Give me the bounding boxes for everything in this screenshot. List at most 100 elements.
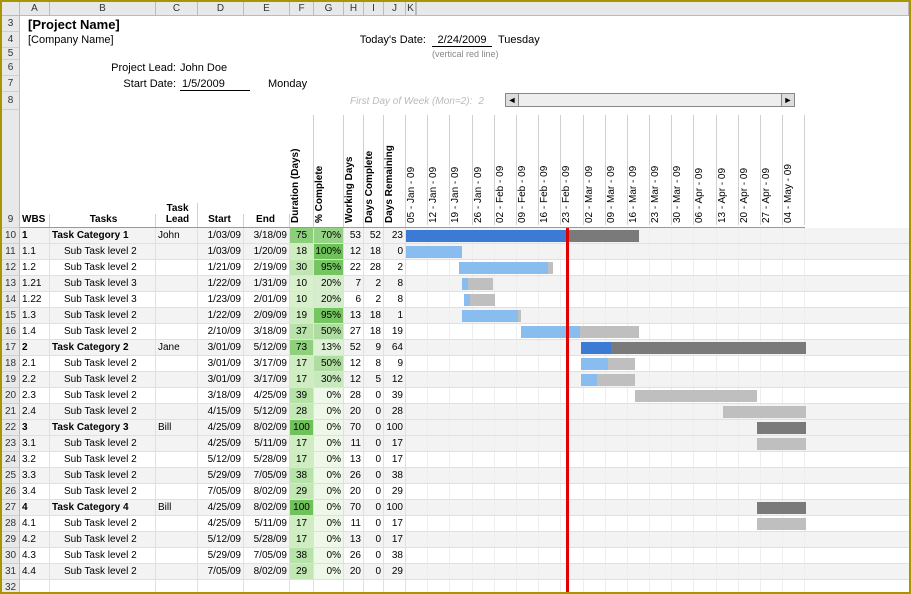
cell-end[interactable]: 8/02/09	[244, 564, 290, 580]
cell-wbs[interactable]: 4.1	[20, 516, 50, 532]
cell-duration[interactable]: 100	[290, 500, 314, 516]
cell-duration[interactable]: 17	[290, 372, 314, 388]
row-number[interactable]: 12	[2, 260, 20, 276]
cell-task[interactable]: Sub Task level 2	[50, 260, 156, 276]
cell-start[interactable]: 7/05/09	[198, 564, 244, 580]
cell-wbs[interactable]: 3.4	[20, 484, 50, 500]
row-number[interactable]: 7	[2, 76, 20, 92]
cell-start[interactable]: 5/29/09	[198, 468, 244, 484]
week-header[interactable]: 09 - Mar - 09	[606, 115, 628, 225]
cell-start[interactable]: 4/15/09	[198, 404, 244, 420]
project-name[interactable]: [Project Name]	[20, 17, 120, 32]
cell-pct[interactable]: 0%	[314, 404, 344, 420]
cell-lead[interactable]	[156, 548, 198, 564]
hdr-days-complete[interactable]: Days Complete	[364, 115, 384, 227]
cell-start[interactable]: 1/03/09	[198, 228, 244, 244]
row-number[interactable]: 19	[2, 372, 20, 388]
row-number[interactable]: 24	[2, 452, 20, 468]
cell-duration[interactable]: 17	[290, 436, 314, 452]
cell-duration[interactable]: 28	[290, 404, 314, 420]
cell-task[interactable]: Sub Task level 2	[50, 356, 156, 372]
col-letter[interactable]: E	[244, 2, 290, 15]
cell-days-remaining[interactable]: 0	[384, 244, 406, 260]
cell-pct[interactable]: 70%	[314, 228, 344, 244]
cell-days-remaining[interactable]: 38	[384, 468, 406, 484]
cell-wbs[interactable]: 3	[20, 420, 50, 436]
cell-days-complete[interactable]: 0	[364, 436, 384, 452]
hdr-end[interactable]: End	[244, 214, 290, 227]
cell-task[interactable]: Task Category 3	[50, 420, 156, 436]
hdr-tasks[interactable]: Tasks	[50, 214, 156, 227]
cell-days-complete[interactable]	[364, 580, 384, 594]
row-number[interactable]: 31	[2, 564, 20, 580]
col-letter[interactable]: F	[290, 2, 314, 15]
cell-lead[interactable]: Bill	[156, 500, 198, 516]
cell-task[interactable]: Task Category 1	[50, 228, 156, 244]
cell-days-complete[interactable]: 2	[364, 292, 384, 308]
cell-task[interactable]: Sub Task level 2	[50, 244, 156, 260]
cell-duration[interactable]: 37	[290, 324, 314, 340]
cell-days-complete[interactable]: 28	[364, 260, 384, 276]
cell-task[interactable]: Sub Task level 2	[50, 388, 156, 404]
week-header[interactable]: 06 - Apr - 09	[694, 115, 716, 225]
cell-days-remaining[interactable]: 39	[384, 388, 406, 404]
cell-days-complete[interactable]: 52	[364, 228, 384, 244]
cell-working-days[interactable]: 20	[344, 564, 364, 580]
cell-duration[interactable]: 75	[290, 228, 314, 244]
cell-lead[interactable]	[156, 324, 198, 340]
row-number[interactable]: 17	[2, 340, 20, 356]
cell-end[interactable]: 3/17/09	[244, 356, 290, 372]
row-number[interactable]: 32	[2, 580, 20, 594]
cell-working-days[interactable]: 52	[344, 340, 364, 356]
cell-end[interactable]: 2/01/09	[244, 292, 290, 308]
cell-duration[interactable]: 73	[290, 340, 314, 356]
row-number[interactable]: 6	[2, 60, 20, 76]
row-number[interactable]: 26	[2, 484, 20, 500]
cell-working-days[interactable]: 20	[344, 404, 364, 420]
cell-days-remaining[interactable]: 1	[384, 308, 406, 324]
cell-working-days[interactable]	[344, 580, 364, 594]
row-number[interactable]: 20	[2, 388, 20, 404]
cell-start[interactable]: 4/25/09	[198, 500, 244, 516]
cell-lead[interactable]	[156, 244, 198, 260]
cell-end[interactable]: 3/18/09	[244, 228, 290, 244]
col-letter[interactable]: I	[364, 2, 384, 15]
row-number[interactable]: 16	[2, 324, 20, 340]
cell-duration[interactable]: 38	[290, 548, 314, 564]
cell-pct[interactable]: 0%	[314, 500, 344, 516]
cell-start[interactable]: 3/01/09	[198, 372, 244, 388]
cell-pct[interactable]: 95%	[314, 260, 344, 276]
cell-days-complete[interactable]: 0	[364, 404, 384, 420]
cell-wbs[interactable]: 1.3	[20, 308, 50, 324]
week-header[interactable]: 27 - Apr - 09	[761, 115, 783, 225]
cell-wbs[interactable]: 1.2	[20, 260, 50, 276]
cell-duration[interactable]: 10	[290, 292, 314, 308]
cell-start[interactable]: 3/01/09	[198, 356, 244, 372]
cell-days-remaining[interactable]: 100	[384, 500, 406, 516]
cell-lead[interactable]	[156, 260, 198, 276]
cell-days-remaining[interactable]: 28	[384, 404, 406, 420]
cell-lead[interactable]: John	[156, 228, 198, 244]
cell-days-complete[interactable]: 0	[364, 548, 384, 564]
cell-working-days[interactable]: 6	[344, 292, 364, 308]
cell-days-remaining[interactable]: 12	[384, 372, 406, 388]
gantt-scroller[interactable]: ◄ ►	[505, 93, 795, 107]
cell-task[interactable]: Sub Task level 2	[50, 404, 156, 420]
cell-lead[interactable]	[156, 532, 198, 548]
cell-end[interactable]	[244, 580, 290, 594]
cell-days-remaining[interactable]: 8	[384, 276, 406, 292]
cell-wbs[interactable]: 3.3	[20, 468, 50, 484]
cell-lead[interactable]	[156, 388, 198, 404]
hdr-days-remaining[interactable]: Days Remaining	[384, 115, 406, 227]
cell-pct[interactable]: 0%	[314, 532, 344, 548]
hdr-start[interactable]: Start	[198, 214, 244, 227]
company-name[interactable]: [Company Name]	[20, 34, 170, 46]
week-header[interactable]: 02 - Feb - 09	[495, 115, 517, 225]
cell-duration[interactable]: 19	[290, 308, 314, 324]
cell-duration[interactable]: 17	[290, 356, 314, 372]
cell-lead[interactable]	[156, 516, 198, 532]
row-number[interactable]: 25	[2, 468, 20, 484]
cell-working-days[interactable]: 13	[344, 532, 364, 548]
cell-working-days[interactable]: 11	[344, 436, 364, 452]
cell-start[interactable]: 3/18/09	[198, 388, 244, 404]
